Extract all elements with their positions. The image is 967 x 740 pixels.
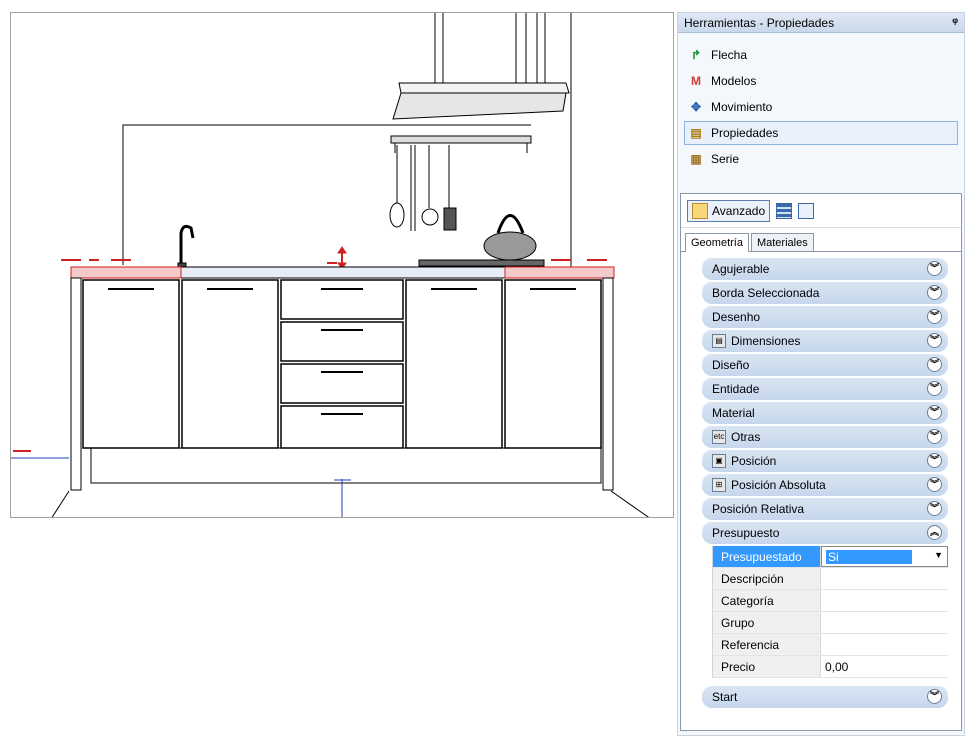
- prop-value[interactable]: [821, 568, 948, 589]
- group-label: Start: [712, 690, 738, 704]
- kitchen-drawing[interactable]: [11, 13, 674, 518]
- tool-modelos[interactable]: M Modelos: [684, 69, 958, 93]
- absolute-position-icon: ⊞: [712, 478, 726, 492]
- group-posicion-relativa[interactable]: Posición Relativa ︾: [702, 498, 948, 520]
- group-material[interactable]: Material ︾: [702, 402, 948, 424]
- tool-label: Flecha: [711, 48, 748, 62]
- series-icon: ▦: [690, 152, 702, 166]
- properties-grid: Avanzado Geometría Materiales Agujerable…: [680, 193, 962, 731]
- prop-row-referencia[interactable]: Referencia: [713, 634, 948, 656]
- group-desenho[interactable]: Desenho ︾: [702, 306, 948, 328]
- group-label: Otras: [731, 430, 761, 444]
- group-label: Material: [712, 406, 755, 420]
- group-label: Posición Relativa: [712, 502, 805, 516]
- expand-icon[interactable]: ︾: [927, 429, 942, 444]
- tool-flecha[interactable]: ↱ Flecha: [684, 43, 958, 67]
- group-otras[interactable]: etc Otras ︾: [702, 426, 948, 448]
- expand-icon[interactable]: ︾: [927, 453, 942, 468]
- group-agujerable[interactable]: Agujerable ︾: [702, 258, 948, 280]
- tool-serie[interactable]: ▦ Serie: [684, 147, 958, 171]
- position-icon: ▣: [712, 454, 726, 468]
- prop-key: Grupo: [713, 612, 821, 633]
- group-presupuesto[interactable]: Presupuesto ︽: [702, 522, 948, 544]
- tool-propiedades[interactable]: ▤ Propiedades: [684, 121, 958, 145]
- expand-icon[interactable]: ︾: [927, 381, 942, 396]
- prop-key: Precio: [713, 656, 821, 677]
- tool-list: ↱ Flecha M Modelos ✥ Movimiento ▤ Propie…: [678, 33, 964, 171]
- prop-value-select[interactable]: Si ▼: [821, 546, 948, 567]
- prop-row-grupo[interactable]: Grupo: [713, 612, 948, 634]
- prop-value[interactable]: 0,00: [821, 656, 948, 677]
- etc-icon: etc: [712, 430, 726, 444]
- group-dimensiones[interactable]: ▤ Dimensiones ︾: [702, 330, 948, 352]
- tool-label: Modelos: [711, 74, 757, 88]
- advanced-button[interactable]: Avanzado: [687, 199, 771, 222]
- expand-icon[interactable]: ︾: [927, 501, 942, 516]
- expand-icon[interactable]: ︾: [927, 689, 942, 704]
- budget-properties: Presupuestado Si ▼ Descripción Categoría …: [712, 546, 948, 678]
- advanced-icon: [692, 202, 708, 219]
- tool-label: Propiedades: [711, 126, 779, 140]
- group-posicion-absoluta[interactable]: ⊞ Posición Absoluta ︾: [702, 474, 948, 496]
- table-view-icon[interactable]: [798, 202, 815, 219]
- advanced-label: Avanzado: [712, 203, 766, 218]
- group-label: Posición Absoluta: [731, 478, 826, 492]
- prop-value: Si: [826, 550, 912, 564]
- models-icon: M: [691, 74, 701, 88]
- expand-icon[interactable]: ︾: [927, 309, 942, 324]
- prop-key: Referencia: [713, 634, 821, 655]
- tool-label: Movimiento: [711, 100, 773, 114]
- expand-icon[interactable]: ︾: [927, 333, 942, 348]
- prop-key: Categoría: [713, 590, 821, 611]
- dropdown-arrow-icon[interactable]: ▼: [934, 550, 943, 560]
- tool-movimiento[interactable]: ✥ Movimiento: [684, 95, 958, 119]
- collapse-icon[interactable]: ︽: [927, 525, 942, 540]
- prop-value[interactable]: [821, 590, 948, 611]
- prop-row-descripcion[interactable]: Descripción: [713, 568, 948, 590]
- group-label: Presupuesto: [712, 526, 780, 540]
- pin-icon[interactable]: ᵠ: [952, 15, 958, 29]
- tool-label: Serie: [711, 152, 740, 166]
- 3d-viewport[interactable]: [10, 12, 674, 518]
- group-posicion[interactable]: ▣ Posición ︾: [702, 450, 948, 472]
- properties-toolbar: Avanzado: [681, 194, 961, 228]
- expand-icon[interactable]: ︾: [927, 357, 942, 372]
- expand-icon[interactable]: ︾: [927, 261, 942, 276]
- group-borda-seleccionada[interactable]: Borda Seleccionada ︾: [702, 282, 948, 304]
- dimensions-icon: ▤: [712, 334, 726, 348]
- group-entidade[interactable]: Entidade ︾: [702, 378, 948, 400]
- group-diseno[interactable]: Diseño ︾: [702, 354, 948, 376]
- tab-materiales[interactable]: Materiales: [750, 233, 814, 251]
- prop-row-presupuestado[interactable]: Presupuestado Si ▼: [713, 546, 948, 568]
- prop-value[interactable]: [821, 634, 948, 655]
- categorized-view-icon[interactable]: [776, 202, 793, 219]
- properties-icon: ▤: [690, 126, 702, 140]
- expand-icon[interactable]: ︾: [927, 285, 942, 300]
- tools-properties-panel: Herramientas - Propiedades ᵠ ↱ Flecha M …: [677, 12, 965, 736]
- group-label: Diseño: [712, 358, 750, 372]
- prop-value[interactable]: [821, 612, 948, 633]
- panel-title: Herramientas - Propiedades: [684, 16, 835, 30]
- panel-header: Herramientas - Propiedades ᵠ: [678, 13, 964, 33]
- prop-row-categoria[interactable]: Categoría: [713, 590, 948, 612]
- move-icon: ✥: [690, 100, 702, 114]
- group-start[interactable]: Start ︾: [702, 686, 948, 708]
- group-label: Posición: [731, 454, 777, 468]
- group-label: Dimensiones: [731, 334, 801, 348]
- property-groups: Agujerable ︾ Borda Seleccionada ︾ Desenho ︾…: [681, 252, 961, 708]
- group-label: Desenho: [712, 310, 761, 324]
- arrow-icon: ↱: [690, 48, 702, 62]
- prop-row-precio[interactable]: Precio 0,00: [713, 656, 948, 678]
- prop-key: Descripción: [713, 568, 821, 589]
- group-label: Borda Seleccionada: [712, 286, 820, 300]
- group-label: Agujerable: [712, 262, 770, 276]
- tab-geometria[interactable]: Geometría: [685, 233, 749, 252]
- group-label: Entidade: [712, 382, 760, 396]
- expand-icon[interactable]: ︾: [927, 477, 942, 492]
- expand-icon[interactable]: ︾: [927, 405, 942, 420]
- property-tabs: Geometría Materiales: [681, 228, 961, 252]
- prop-key: Presupuestado: [713, 546, 821, 567]
